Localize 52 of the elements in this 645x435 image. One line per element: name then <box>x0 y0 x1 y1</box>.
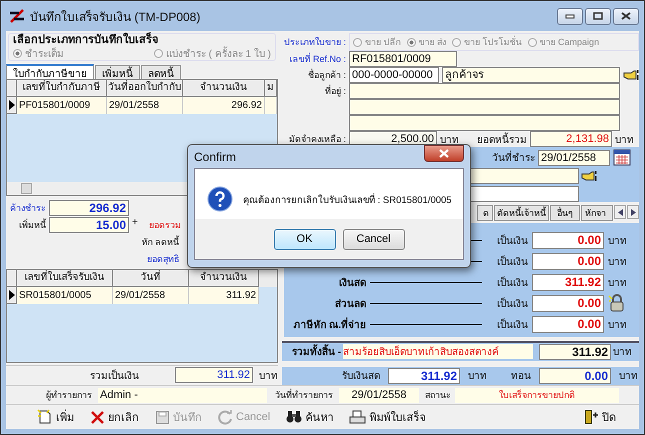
unit-label: บาท <box>619 370 638 384</box>
field-label: รวมเป็นเงิน <box>90 368 139 383</box>
field-label: ภาษีหัก ณ.ที่จ่าย <box>292 316 366 332</box>
plus-sign: + <box>132 216 138 228</box>
field-label: รวมทั้งสิ้น - <box>282 344 342 360</box>
table-cell: 29/01/2558 <box>113 286 189 304</box>
field-label: มัดจำคงเหลือ : <box>288 133 346 146</box>
field-label: ผู้ทำรายการ <box>46 389 92 402</box>
unit-label: บาท <box>613 346 634 360</box>
field-label: เป็นเงิน <box>496 317 528 332</box>
field-label: ส่วนลด <box>334 298 366 310</box>
unit-label: บาท <box>615 134 635 146</box>
unit-label: บาท <box>440 134 460 146</box>
field-label: เป็นเงิน <box>496 254 528 268</box>
field-label: รับเงินสด <box>342 370 380 384</box>
field-label: วันที่ชำระ <box>492 150 535 165</box>
group-title: เลือกประเภทการบันทึกใบเสร็จ <box>13 34 159 46</box>
field-label: ค้างชำระ <box>9 202 46 215</box>
field-label: เป็นเงิน <box>496 233 528 248</box>
unit-label: บาท <box>608 234 628 248</box>
field-label: สถานะ <box>425 389 451 402</box>
field-label: ที่อยู่ : <box>324 84 346 98</box>
field-label: ยอดรวม <box>148 218 181 232</box>
unit-label: บาท <box>608 276 628 290</box>
date-field: 29/01/2558 <box>339 388 419 402</box>
unit-label: บาท <box>468 370 487 384</box>
field-label: ยอดหนี้รวม <box>477 132 527 146</box>
table-cell: 296.92 <box>183 97 265 114</box>
unit-label: บาท <box>608 318 628 332</box>
unit-label: บาท <box>608 256 628 268</box>
window-title: บันทึกใบเสร็จรับเงิน (TM-DP008) <box>30 8 200 26</box>
field-label: เป็นเงิน <box>496 275 528 290</box>
user-field: Admin - <box>98 388 267 402</box>
field-label: เป็นเงิน <box>496 296 528 310</box>
status-field: ใบเสร็จการขายปกติ <box>455 388 619 402</box>
field-label: ยอดสุทธิ <box>146 252 179 266</box>
field-label: เงินสด <box>338 276 366 290</box>
field-label: ประเภทใบขาย : <box>282 36 346 49</box>
field-label: หัก ลดหนี้ <box>140 234 179 249</box>
field-label: ทอน <box>511 370 531 384</box>
field-label: ชื่อลูกค้า : <box>306 68 346 82</box>
unit-label: บาท <box>259 370 278 383</box>
field-label: วันที่ทำรายการ <box>275 388 333 402</box>
table-cell: 29/01/2558 <box>107 97 183 114</box>
table-cell: SR015801/0005 <box>17 286 113 304</box>
dialog-title: Confirm <box>194 150 236 164</box>
field-label: เพิ่มหนี้ <box>18 218 46 232</box>
amount-in-words: สามร้อยสิบเอ็ดบาทเก้าสิบสองสตางค์ <box>343 344 534 360</box>
table-cell: PF015801/0009 <box>17 97 107 114</box>
field-label: เลขที่ Ref.No : <box>288 52 346 66</box>
dialog-message: คุณต้องการยกเลิกใบรับเงินเลขที่ : SR015801/0005 <box>243 192 452 206</box>
table-cell: 311.92 <box>189 286 259 304</box>
